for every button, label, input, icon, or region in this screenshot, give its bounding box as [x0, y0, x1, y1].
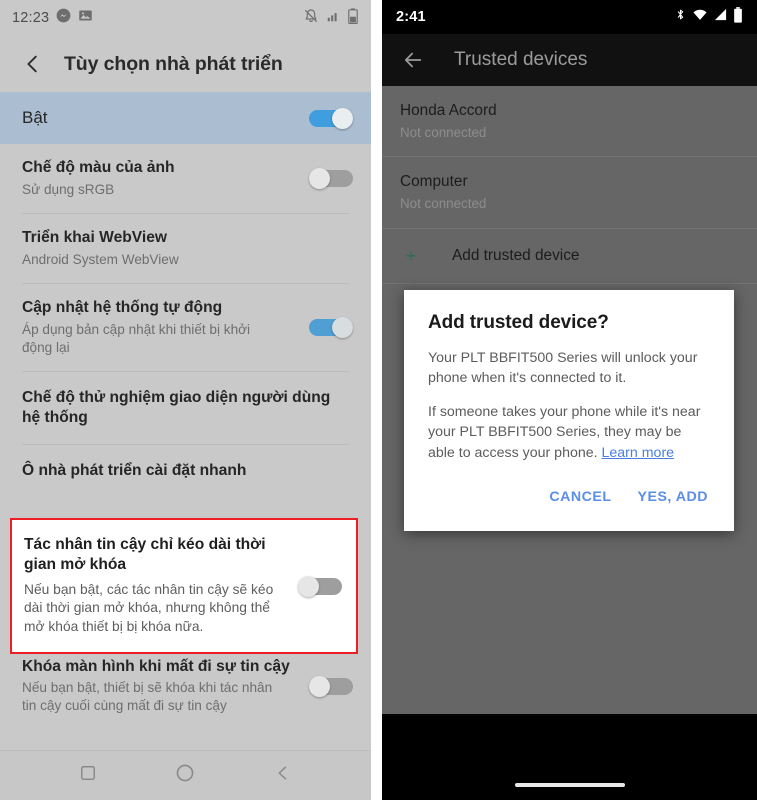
setting-title: Cập nhật hệ thống tự động: [22, 298, 223, 316]
toggle-knob: [298, 576, 319, 597]
toggle-enable[interactable]: [309, 108, 353, 129]
wifi-icon: [692, 7, 708, 27]
left-status-bar: 12:23: [0, 0, 371, 36]
trusted-devices-body: Honda Accord Not connected Computer Not …: [382, 86, 757, 714]
row-text-group: Khóa màn hình khi mất đi sự tin cậy Nếu …: [22, 657, 309, 716]
setting-row-webview-implementation[interactable]: Triển khai WebView Android System WebVie…: [0, 213, 371, 283]
setting-row-picture-color-mode[interactable]: Chế độ màu của ảnh Sử dụng sRGB: [0, 144, 371, 213]
home-pill-indicator[interactable]: [514, 783, 625, 787]
device-status: Not connected: [400, 196, 487, 212]
device-status: Not connected: [400, 125, 487, 141]
cancel-button[interactable]: CANCEL: [547, 485, 613, 509]
setting-row-quick-settings-tile[interactable]: Ô nhà phát triển cài đặt nhanh: [0, 444, 371, 497]
square-icon[interactable]: [78, 763, 98, 788]
status-bar-time: 12:23: [12, 10, 50, 26]
row-text-group: Tác nhân tin cậy chỉ kéo dài thời gian m…: [24, 535, 298, 637]
right-phone-screen: 2:41 Trusted devices Honda Accord Not co…: [382, 0, 757, 800]
learn-more-link[interactable]: Learn more: [602, 445, 675, 461]
add-trusted-device-button[interactable]: + Add trusted device: [382, 228, 757, 283]
row-text-group: Cập nhật hệ thống tự động Áp dụng bản cậ…: [22, 298, 309, 357]
row-text-group: Ô nhà phát triển cài đặt nhanh: [22, 461, 353, 481]
setting-title: Triển khai WebView: [22, 228, 168, 246]
arrow-left-icon[interactable]: [398, 45, 428, 75]
battery-icon: [347, 7, 359, 29]
right-app-bar: Trusted devices: [382, 34, 757, 86]
circle-icon[interactable]: [174, 762, 196, 789]
setting-subtitle: Nếu bạn bật, thiết bị sẽ khóa khi tác nh…: [22, 680, 273, 714]
setting-title: Khóa màn hình khi mất đi sự tin cậy: [22, 657, 290, 675]
setting-subtitle: Sử dụng sRGB: [22, 181, 115, 197]
toggle-trust-agents-extend-unlock[interactable]: [298, 576, 342, 597]
device-name: Honda Accord: [400, 102, 497, 119]
setting-title: Chế độ thử nghiệm giao diện người dùng h…: [22, 388, 331, 426]
annotation-highlight-box: Tác nhân tin cậy chỉ kéo dài thời gian m…: [10, 518, 358, 654]
dialog-actions: CANCEL YES, ADD: [428, 477, 710, 523]
photo-icon: [78, 8, 93, 28]
row-text-group: Chế độ thử nghiệm giao diện người dùng h…: [22, 388, 353, 428]
setting-title: Bật: [22, 108, 48, 128]
row-text-group: Triển khai WebView Android System WebVie…: [22, 228, 353, 269]
dialog-title: Add trusted device?: [428, 312, 609, 333]
plus-icon: +: [405, 245, 417, 266]
toggle-knob: [332, 108, 353, 129]
page-title: Trusted devices: [454, 49, 588, 70]
toggle-picture-color-mode[interactable]: [309, 168, 353, 190]
chevron-left-icon[interactable]: [273, 763, 293, 788]
setting-subtitle: Áp dụng bản cập nhật khi thiết bị khởi đ…: [22, 321, 251, 355]
trusted-device-row-computer[interactable]: Computer Not connected: [382, 157, 757, 228]
toggle-knob: [332, 317, 353, 339]
setting-title: Chế độ màu của ảnh: [22, 159, 175, 176]
setting-row-trust-agents-extend-unlock[interactable]: Tác nhân tin cậy chỉ kéo dài thời gian m…: [12, 520, 356, 652]
panel-gap: [371, 0, 382, 800]
setting-subtitle: Nếu bạn bật, các tác nhân tin cậy sẽ kéo…: [24, 581, 274, 635]
right-status-bar: 2:41: [382, 0, 757, 34]
add-trusted-device-dialog: Add trusted device? Your PLT BBFIT500 Se…: [404, 290, 734, 531]
left-phone-screen: 12:23 Tùy chọn nhà phát triển Bật Chế độ…: [0, 0, 371, 800]
toggle-lock-screen-on-trust-loss[interactable]: [309, 675, 353, 697]
trusted-device-row-honda-accord[interactable]: Honda Accord Not connected: [382, 86, 757, 157]
left-app-bar: Tùy chọn nhà phát triển: [0, 36, 371, 92]
setting-row-system-ui-demo-mode[interactable]: Chế độ thử nghiệm giao diện người dùng h…: [0, 371, 371, 444]
setting-title: Ô nhà phát triển cài đặt nhanh: [22, 461, 247, 479]
status-bar-time: 2:41: [396, 9, 426, 25]
toggle-automatic-system-updates[interactable]: [309, 317, 353, 339]
screenshot-stage: 12:23 Tùy chọn nhà phát triển Bật Chế độ…: [0, 0, 757, 800]
toggle-knob: [309, 675, 330, 697]
signal-icon: [326, 9, 340, 28]
signal-icon: [713, 7, 728, 27]
divider: [382, 282, 757, 284]
setting-title: Tác nhân tin cậy chỉ kéo dài thời gian m…: [24, 536, 266, 574]
page-title: Tùy chọn nhà phát triển: [64, 52, 283, 75]
add-trusted-device-label: Add trusted device: [452, 246, 580, 264]
setting-row-automatic-system-updates[interactable]: Cập nhật hệ thống tự động Áp dụng bản cậ…: [0, 283, 371, 371]
dialog-paragraph-1: Your PLT BBFIT500 Series will unlock you…: [428, 350, 698, 387]
right-navigation-bar: [382, 770, 757, 800]
row-text-group: Bật: [22, 107, 309, 129]
status-icons-group: [674, 6, 743, 28]
setting-row-enable[interactable]: Bật: [0, 92, 371, 144]
notifications-muted-icon: [303, 8, 319, 29]
battery-icon: [733, 6, 743, 28]
row-text-group: Chế độ màu của ảnh Sử dụng sRGB: [22, 158, 309, 199]
dialog-paragraph-2: If someone takes your phone while it's n…: [428, 402, 710, 462]
bluetooth-icon: [674, 7, 687, 27]
messenger-icon: [56, 8, 71, 28]
setting-row-lock-screen-on-trust-loss[interactable]: Khóa màn hình khi mất đi sự tin cậy Nếu …: [0, 642, 371, 730]
setting-subtitle: Android System WebView: [22, 251, 179, 267]
device-name: Computer: [400, 173, 468, 191]
left-navigation-bar: [0, 750, 371, 800]
yes-add-button[interactable]: YES, ADD: [636, 485, 710, 509]
chevron-left-icon[interactable]: [18, 49, 48, 79]
